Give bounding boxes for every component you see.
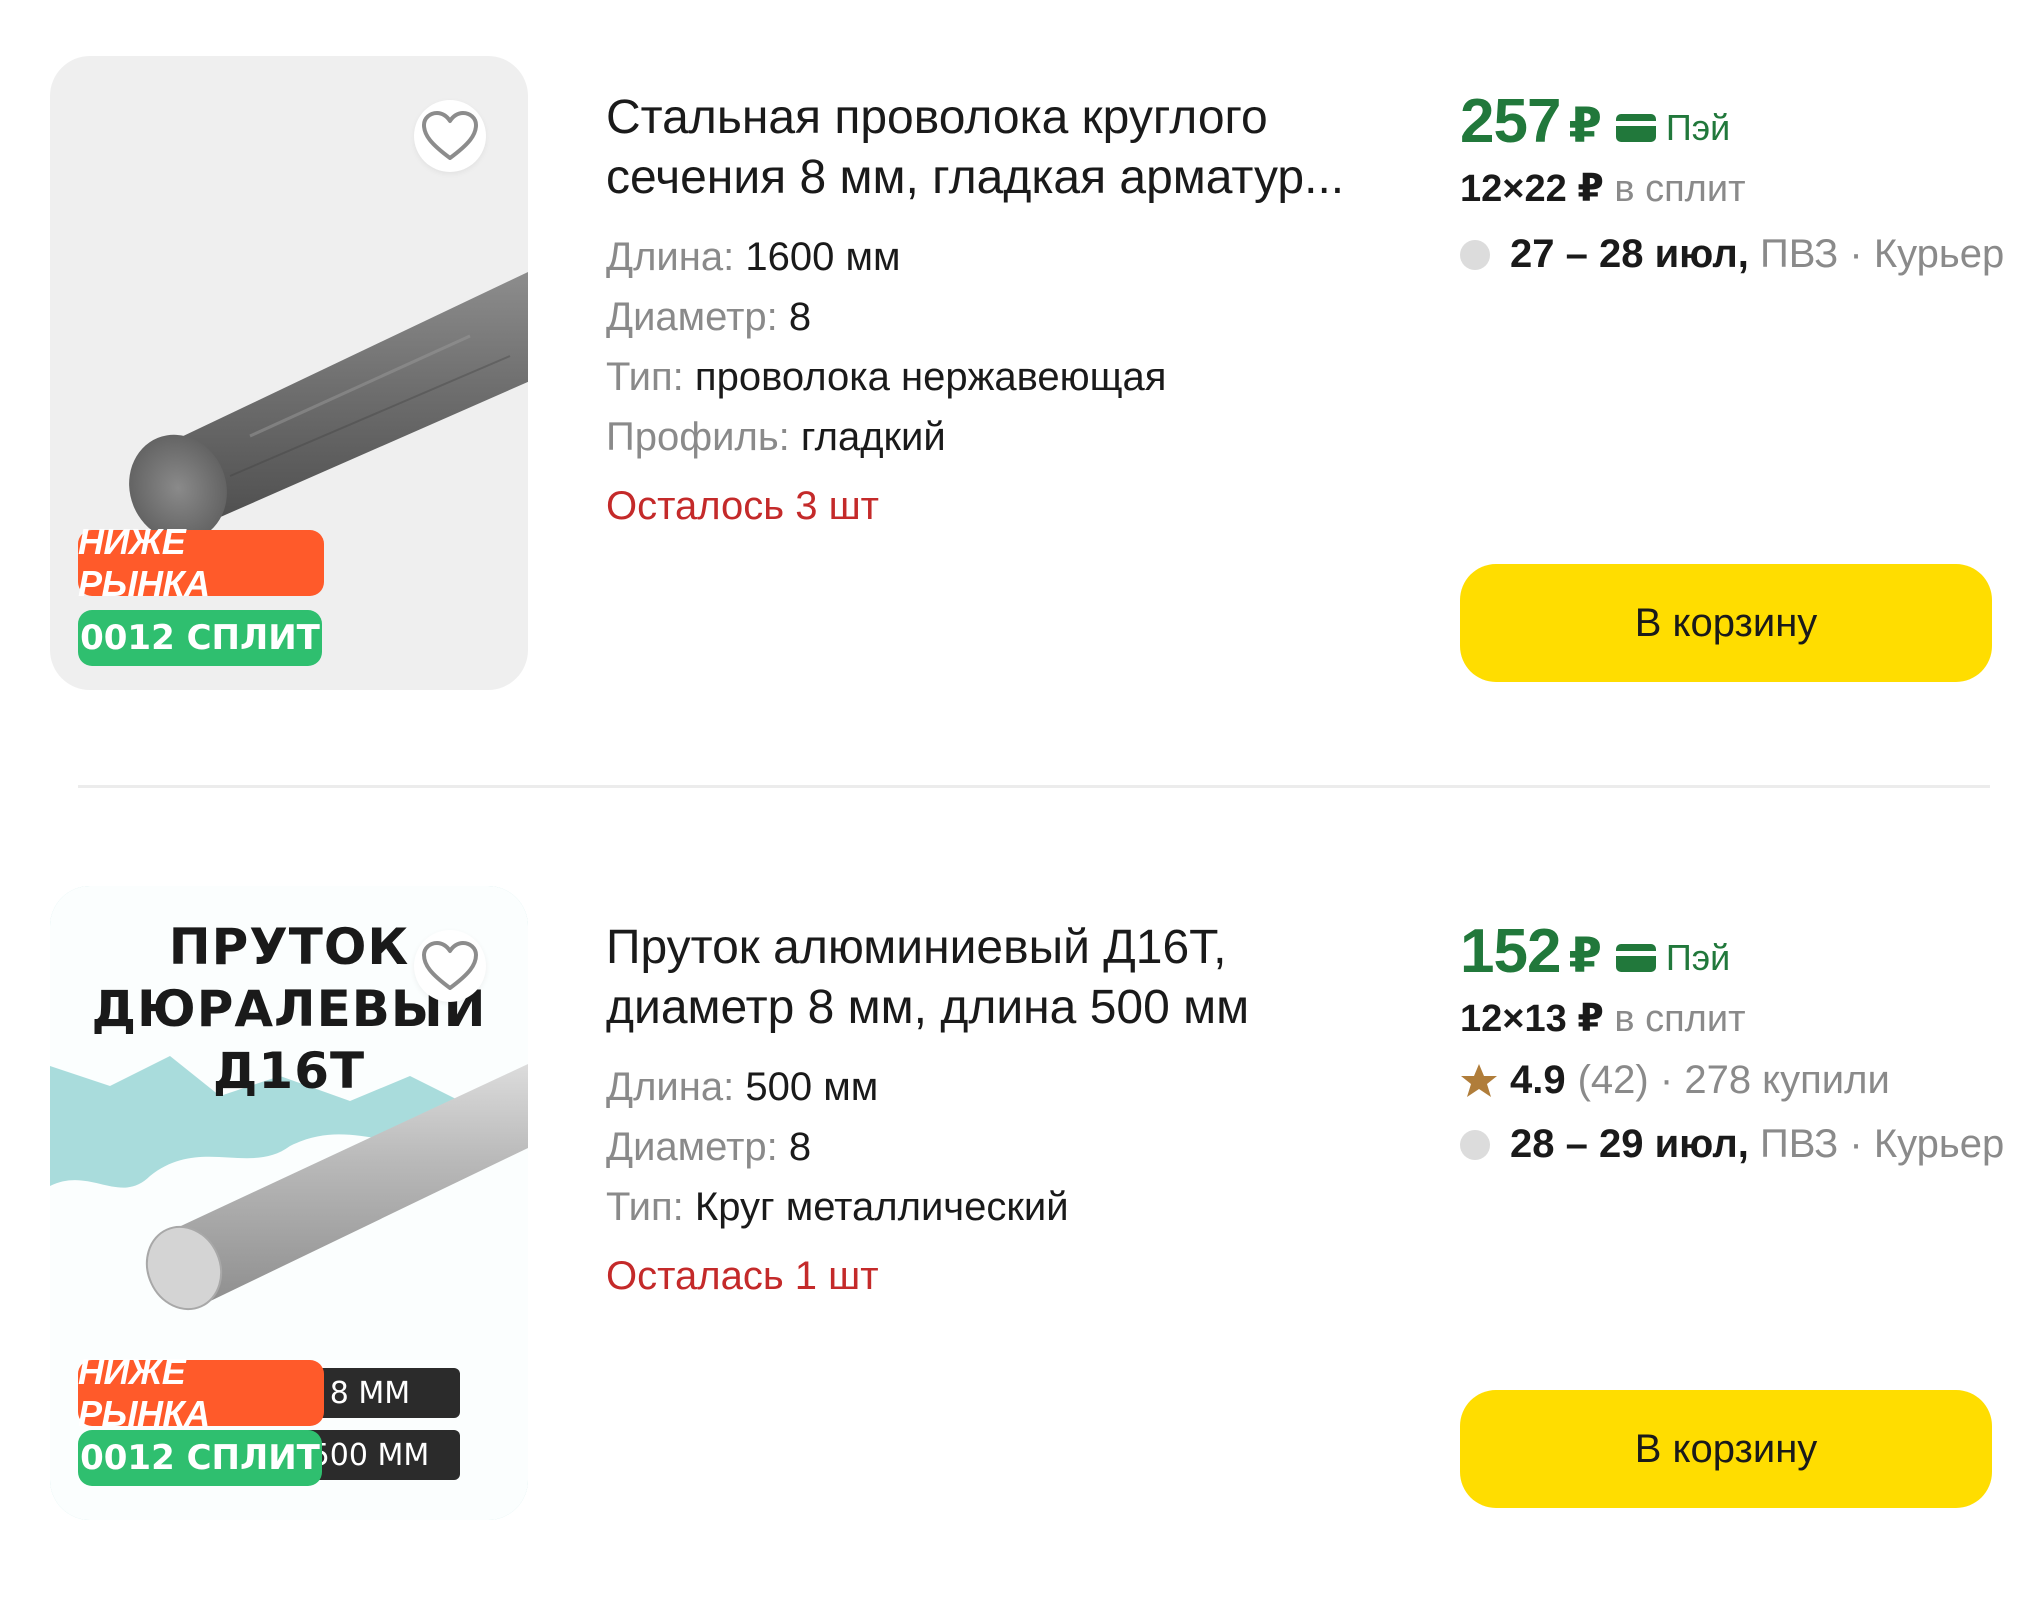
spec-value: 8 [788, 1125, 812, 1169]
stock-left: Осталась 1 шт [606, 1254, 879, 1298]
dot-icon [1460, 1129, 1490, 1160]
star-icon [1461, 1063, 1497, 1097]
favorite-button[interactable] [414, 930, 486, 1002]
split-amount: 13 [1524, 998, 1567, 1040]
delivery-courier: Курьер [1873, 1122, 2005, 1166]
split-months: 12 [1460, 168, 1503, 210]
delivery-dates: 28 – 29 июл [1510, 1122, 1738, 1166]
heart-icon [422, 941, 478, 990]
split-times: × [1502, 168, 1525, 210]
delivery-comma: , [1737, 1122, 1749, 1166]
rating-count: (42) [1577, 1058, 1649, 1102]
spec-key: Длина: [606, 1065, 735, 1109]
rating-value: 4.9 [1510, 1058, 1566, 1102]
delivery-info: 27 – 28 июл, ПВЗ · Курьер [1460, 232, 2004, 277]
spec-length: Длина: 1600 мм [606, 232, 900, 282]
price-value: 152 [1460, 917, 1561, 986]
card-icon [1615, 944, 1656, 972]
product-card[interactable]: ПРУТОК ДЮРАЛЕВЫЙ Д16Т 8 ММ 500 ММ НИЖЕ Р… [0, 830, 2032, 1530]
delivery-info: 28 – 29 июл, ПВЗ · Курьер [1460, 1122, 2004, 1167]
pay-label: Пэй [1615, 107, 1731, 149]
delivery-sep: · [1849, 232, 1863, 276]
spec-length: Длина: 500 мм [606, 1062, 878, 1112]
pay-label: Пэй [1615, 937, 1731, 979]
spec-value: 8 [788, 295, 812, 339]
spec-key: Тип: [606, 1185, 684, 1229]
split-badge: 0012 СПЛИТ [78, 1430, 322, 1486]
spec-key: Диаметр: [606, 295, 778, 339]
spec-profile: Профиль: гладкий [606, 412, 946, 462]
below-market-badge: НИЖЕ РЫНКА [78, 521, 324, 604]
pay-text: Пэй [1665, 937, 1731, 978]
below-market-badge: НИЖЕ РЫНКА [78, 1351, 324, 1434]
price-currency: ₽ [1568, 100, 1602, 153]
product-title[interactable]: Стальная проволока круглого сечения 8 мм… [606, 88, 1406, 208]
divider [78, 785, 1990, 788]
product-card[interactable]: НИЖЕ РЫНКА 0012 СПЛИТ Стальная проволока… [0, 0, 2032, 700]
price: 257 ₽ Пэй [1460, 86, 1730, 157]
spec-value: 1600 мм [745, 235, 901, 279]
split-currency: ₽ [1577, 168, 1604, 210]
bought-count: 278 купили [1684, 1058, 1890, 1102]
delivery-dates: 27 – 28 июл [1510, 232, 1738, 276]
card-icon [1615, 114, 1656, 142]
spec-key: Длина: [606, 235, 735, 279]
split-amount: 22 [1524, 168, 1567, 210]
spec-type: Тип: Круг металлический [606, 1182, 1069, 1232]
rating-sep: · [1659, 1058, 1674, 1102]
split-times: × [1502, 998, 1525, 1040]
heart-icon [422, 111, 478, 160]
spec-type: Тип: проволока нержавеющая [606, 352, 1166, 402]
product-title[interactable]: Пруток алюминиевый Д16Т, диаметр 8 мм, д… [606, 918, 1406, 1038]
spec-key: Тип: [606, 355, 684, 399]
add-to-cart-button[interactable]: В корзину [1460, 564, 1992, 682]
spec-value: проволока нержавеющая [694, 355, 1167, 399]
favorite-button[interactable] [414, 100, 486, 172]
split-badge: 0012 СПЛИТ [78, 610, 322, 666]
delivery-pickup: ПВЗ [1759, 232, 1839, 276]
rating-info[interactable]: 4.9 (42) · 278 купили [1460, 1058, 1890, 1103]
delivery-comma: , [1737, 232, 1749, 276]
split-price: 12×22 ₽ в сплит [1460, 166, 1745, 211]
spec-key: Профиль: [606, 415, 790, 459]
spec-value: Круг металлический [694, 1185, 1069, 1229]
delivery-pickup: ПВЗ [1759, 1122, 1839, 1166]
split-price: 12×13 ₽ в сплит [1460, 996, 1745, 1041]
spec-value: 500 мм [745, 1065, 879, 1109]
delivery-sep: · [1849, 1122, 1863, 1166]
delivery-courier: Курьер [1873, 232, 2005, 276]
price: 152 ₽ Пэй [1460, 916, 1730, 987]
pay-text: Пэй [1665, 107, 1731, 148]
price-value: 257 [1460, 87, 1561, 156]
split-currency: ₽ [1577, 998, 1604, 1040]
spec-diameter: Диаметр: 8 [606, 1122, 811, 1172]
add-to-cart-button[interactable]: В корзину [1460, 1390, 1992, 1508]
price-currency: ₽ [1568, 930, 1602, 983]
product-image[interactable]: НИЖЕ РЫНКА 0012 СПЛИТ [50, 56, 528, 690]
stock-left: Осталось 3 шт [606, 484, 879, 528]
spec-key: Диаметр: [606, 1125, 778, 1169]
spec-value: гладкий [800, 415, 946, 459]
split-label: в сплит [1614, 998, 1746, 1040]
split-months: 12 [1460, 998, 1503, 1040]
product-image[interactable]: ПРУТОК ДЮРАЛЕВЫЙ Д16Т 8 ММ 500 ММ НИЖЕ Р… [50, 886, 528, 1520]
split-label: в сплит [1614, 168, 1746, 210]
spec-diameter: Диаметр: 8 [606, 292, 811, 342]
dot-icon [1460, 239, 1490, 270]
